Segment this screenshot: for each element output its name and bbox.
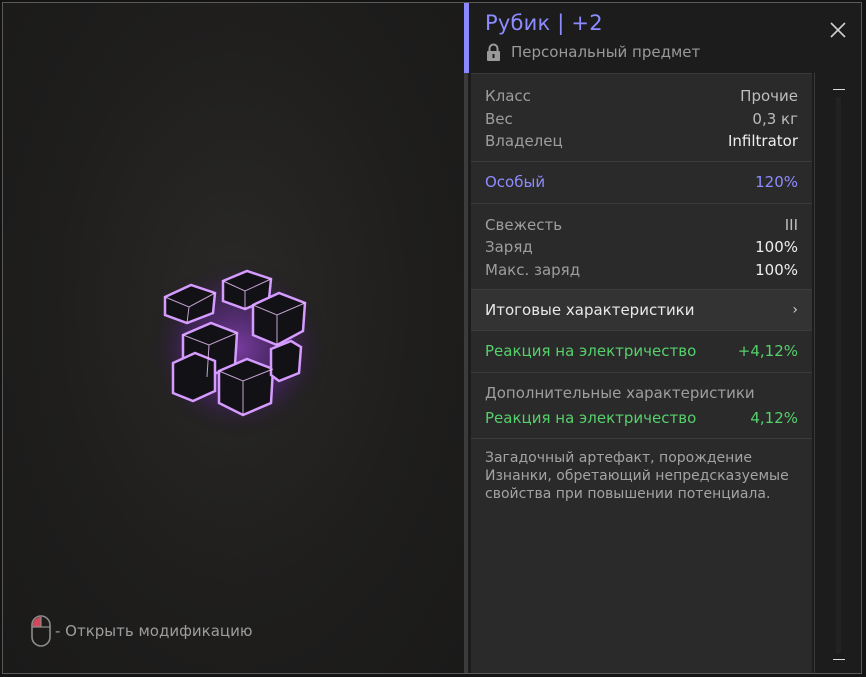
stat-row-electric-reaction: Реакция на электричество +4,12% [485,340,798,363]
stat-label: Класс [485,87,531,105]
stat-row-owner: Владелец Infiltrator [485,130,798,153]
modification-hint: - Открыть модификацию [31,615,253,647]
stats-panel: Класс Прочие Вес 0,3 кг Владелец Infiltr… [471,73,812,673]
item-details-pane: Рубик | +2 Персональный предмет Класс Пр… [469,3,861,673]
stat-label: Владелец [485,132,563,150]
extra-stats-heading: Дополнительные характеристики [485,384,755,402]
item-window: - Открыть модификацию Рубик | +2 Персона… [2,2,862,674]
stat-row-weight: Вес 0,3 кг [485,108,798,131]
stat-label: Заряд [485,238,533,256]
subtitle-text: Персональный предмет [511,43,701,61]
extra-stat-row: Реакция на электричество 4,12% [485,407,798,430]
item-preview-pane: - Открыть модификацию [3,3,464,673]
total-stats-button[interactable]: Итоговые характеристики › [471,290,812,331]
pane-divider [464,3,468,673]
stat-value: Infiltrator [727,132,798,150]
stat-value: III [784,215,798,234]
cube-artifact-image [146,258,330,438]
final-stat-section: Реакция на электричество +4,12% [471,331,812,373]
stat-row-freshness: Свежесть III [485,214,798,237]
stat-value: 100% [755,238,798,256]
stat-label: Реакция на электричество [485,342,697,360]
close-icon[interactable] [829,21,847,39]
scroll-down-marker[interactable] [833,659,845,660]
stat-value: 0,3 кг [752,109,798,128]
stat-label: Особый [485,172,546,191]
stat-label: Реакция на электричество [485,409,697,427]
basic-info-section: Класс Прочие Вес 0,3 кг Владелец Infiltr… [471,74,812,162]
stat-row-charge: Заряд 100% [485,236,798,259]
hint-text: - Открыть модификацию [55,622,253,640]
extra-stats-section: Дополнительные характеристики Реакция на… [471,373,812,439]
item-description: Загадочный артефакт, порождение Изнанки,… [485,449,789,502]
stat-value: 4,12% [750,409,798,427]
special-section: Особый 120% [471,162,812,204]
item-title: Рубик | +2 [485,11,603,35]
scroll-up-marker[interactable] [833,89,845,90]
stat-label: Вес [485,109,513,128]
stat-row-special: Особый 120% [485,171,798,194]
stat-label: Свежесть [485,215,563,234]
stat-value: 120% [755,172,798,191]
lock-icon [487,43,500,61]
stat-value: +4,12% [737,342,798,360]
total-stats-label: Итоговые характеристики [485,301,695,319]
item-subtitle: Персональный предмет [485,43,700,61]
scroll-track[interactable] [836,97,841,653]
scrollbar[interactable] [814,73,861,673]
stat-value: 100% [755,260,798,279]
mouse-icon [31,615,51,647]
stat-row-class: Класс Прочие [485,85,798,108]
chevron-right-icon: › [792,302,798,318]
stat-value: Прочие [740,87,798,105]
stat-label: Макс. заряд [485,260,581,279]
stat-row-max-charge: Макс. заряд 100% [485,259,798,282]
state-section: Свежесть III Заряд 100% Макс. заряд 100% [471,204,812,290]
